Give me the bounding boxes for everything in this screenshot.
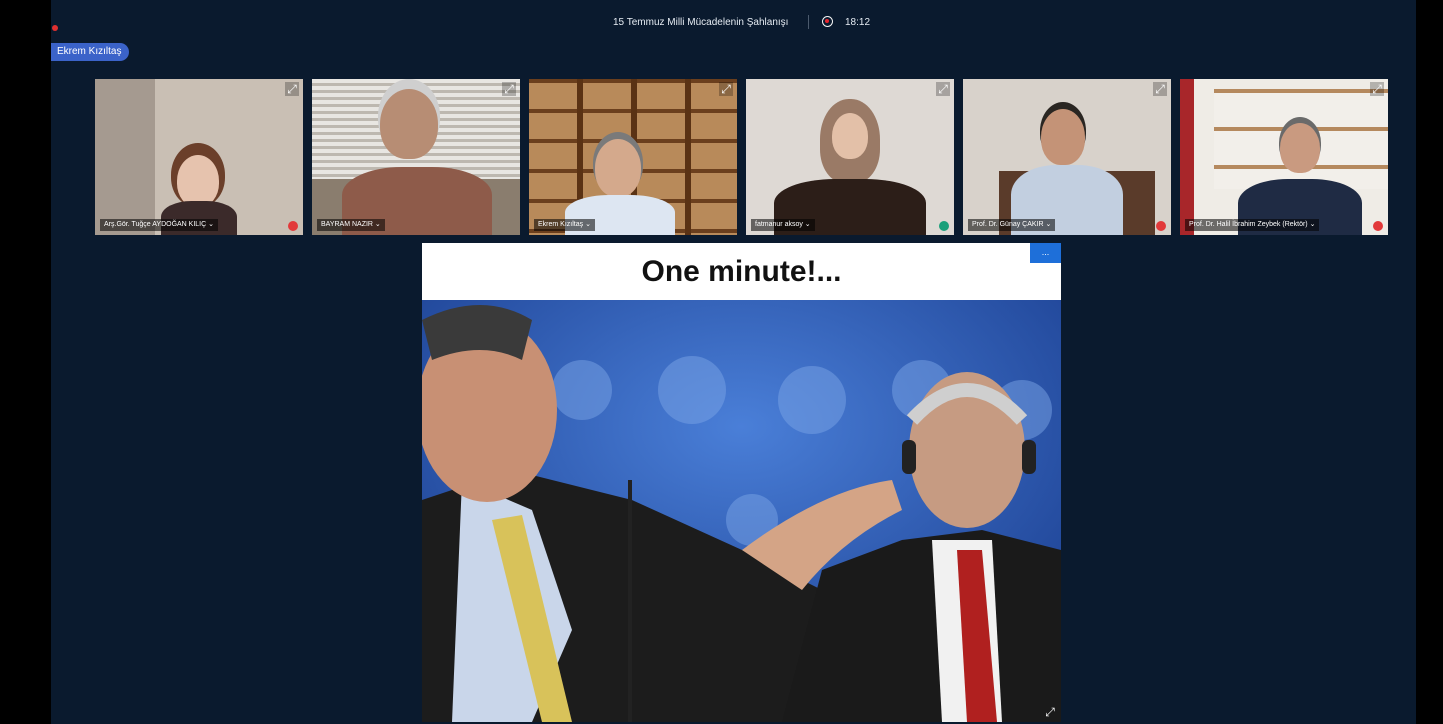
participant-tile[interactable]: ⤢ Prof. Dr. Halil İbrahim Zeybek (Rektör…: [1180, 79, 1388, 235]
participant-tile[interactable]: ⤢ Prof. Dr. Günay ÇAKIR ⌄: [963, 79, 1171, 235]
participant-name[interactable]: Prof. Dr. Halil İbrahim Zeybek (Rektör) …: [1185, 219, 1320, 231]
wall-shadow: [95, 79, 155, 235]
expand-icon[interactable]: ⤢: [1370, 82, 1384, 96]
divider: [808, 15, 809, 29]
expand-icon[interactable]: ⤢: [1153, 82, 1167, 96]
flag: [1180, 79, 1194, 235]
mic-on-icon: [939, 221, 949, 231]
expand-icon[interactable]: ⤢: [936, 82, 950, 96]
participant-video: [177, 155, 219, 207]
expand-icon[interactable]: ⤢: [1043, 705, 1057, 719]
participant-video: [1280, 123, 1320, 173]
record-icon[interactable]: [822, 16, 833, 27]
expand-icon[interactable]: ⤢: [285, 82, 299, 96]
participant-name[interactable]: Prof. Dr. Günay ÇAKIR ⌄: [968, 219, 1056, 231]
shared-screen[interactable]: One minute!... ... ⤢: [422, 243, 1061, 722]
meeting-window: 15 Temmuz Milli Mücadelenin Şahlanışı 18…: [51, 0, 1416, 724]
participant-video: [1041, 109, 1085, 165]
slide-menu-button[interactable]: ...: [1030, 243, 1061, 263]
participant-name[interactable]: fatmanur aksoy ⌄: [751, 219, 815, 231]
meeting-title: 15 Temmuz Milli Mücadelenin Şahlanışı: [613, 17, 789, 28]
expand-icon[interactable]: ⤢: [719, 82, 733, 96]
participant-name[interactable]: BAYRAM NAZIR ⌄: [317, 219, 385, 231]
status-dot: [52, 25, 58, 31]
participant-name[interactable]: Ekrem Kızıltaş ⌄: [534, 219, 595, 231]
participant-tile[interactable]: ⤢ BAYRAM NAZIR ⌄: [312, 79, 520, 235]
participant-tile[interactable]: ⤢ fatmanur aksoy ⌄: [746, 79, 954, 235]
participant-tile[interactable]: ⤢ Ekrem Kızıltaş ⌄: [529, 79, 737, 235]
top-bar: 15 Temmuz Milli Mücadelenin Şahlanışı 18…: [51, 0, 1416, 46]
slide-photo: [422, 300, 1061, 722]
participant-name[interactable]: Arş.Gör. Tuğçe AYDOĞAN KILIÇ ⌄: [100, 219, 218, 231]
active-speaker-badge: Ekrem Kızıltaş: [51, 43, 130, 61]
mic-muted-icon: [1373, 221, 1383, 231]
recording-timer: 18:12: [845, 17, 871, 28]
mic-muted-icon: [1156, 221, 1166, 231]
participant-tile[interactable]: ⤢ Arş.Gör. Tuğçe AYDOĞAN KILIÇ ⌄: [95, 79, 303, 235]
slide-title: One minute!...: [641, 255, 842, 288]
mic-muted-icon: [288, 221, 298, 231]
expand-icon[interactable]: ⤢: [502, 82, 516, 96]
participant-video: [595, 139, 641, 197]
participant-video: [380, 89, 438, 159]
slide-header: One minute!...: [422, 243, 1061, 300]
participant-video: [832, 113, 868, 159]
